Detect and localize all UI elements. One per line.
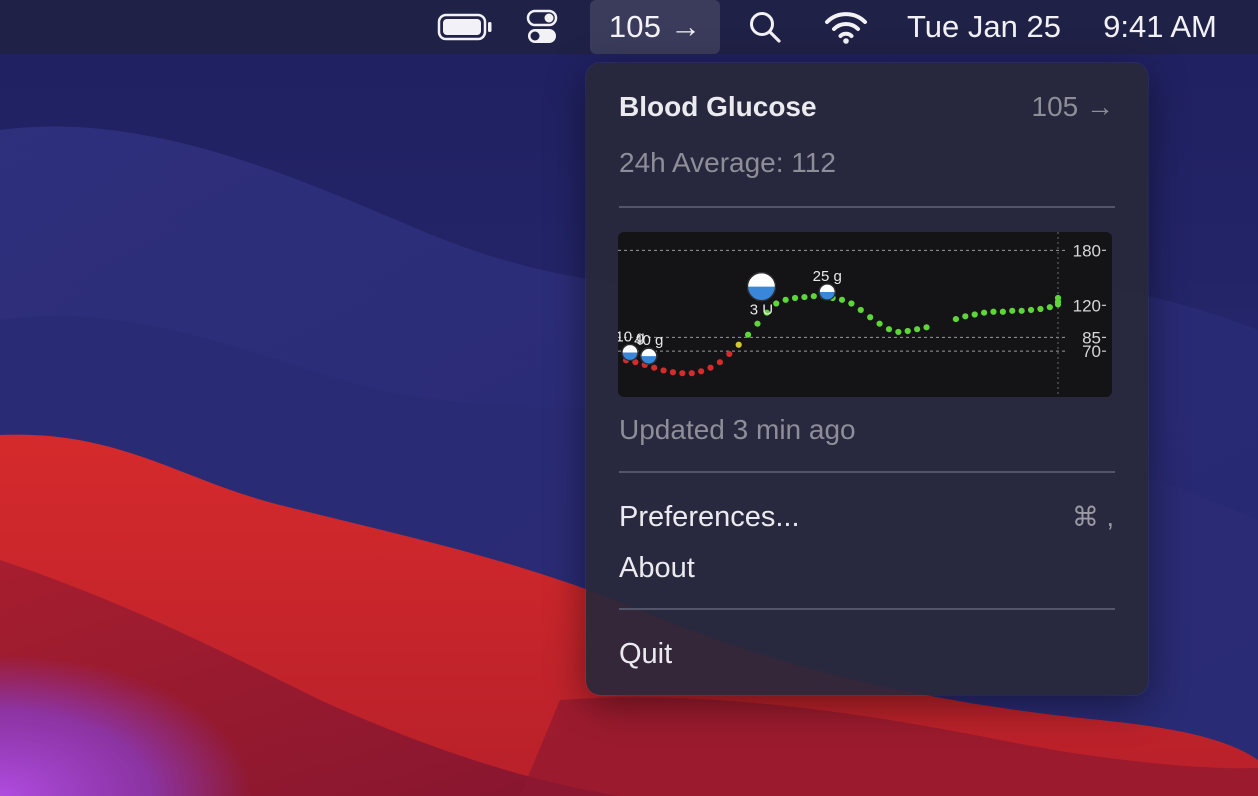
y-tick-label: 120 bbox=[1073, 296, 1101, 315]
glucose-dropdown-menu: Blood Glucose 105 → 24h Average: 112 180… bbox=[586, 63, 1148, 695]
glucose-status-label: 105 → bbox=[608, 9, 702, 44]
glucose-point bbox=[1027, 306, 1035, 314]
battery-icon[interactable] bbox=[432, 0, 498, 54]
glucose-point bbox=[669, 369, 677, 376]
menu-bar: 105 → Tue Jan 25 9:41 AM bbox=[0, 0, 1258, 54]
glucose-point bbox=[651, 364, 658, 371]
annotation-label: 25 g bbox=[813, 268, 842, 285]
glucose-point bbox=[1037, 305, 1044, 313]
glucose-point bbox=[838, 296, 846, 303]
glucose-point bbox=[660, 367, 667, 374]
glucose-point bbox=[707, 364, 714, 371]
glucose-point bbox=[735, 341, 742, 348]
glucose-point bbox=[1046, 304, 1053, 311]
glucose-point bbox=[885, 326, 893, 333]
menu-separator bbox=[619, 608, 1115, 610]
glucose-point bbox=[914, 326, 921, 333]
glucose-point bbox=[726, 350, 733, 358]
keyboard-shortcut: ⌘ , bbox=[1071, 501, 1114, 532]
glucose-chart: 180 120 85 70 10 g 40 g3 U 25 g bbox=[618, 232, 1112, 397]
glucose-point bbox=[1054, 294, 1062, 302]
annotation-label: 40 g bbox=[634, 332, 663, 349]
glucose-point bbox=[990, 308, 997, 315]
glucose-point bbox=[867, 314, 874, 321]
y-tick-label: 180 bbox=[1073, 241, 1101, 260]
glucose-point bbox=[679, 370, 686, 377]
glucose-point bbox=[971, 311, 978, 318]
menu-item-preferences[interactable]: Preferences... ⌘ , bbox=[619, 499, 1114, 535]
menu-item-about[interactable]: About bbox=[619, 550, 1114, 586]
glucose-point bbox=[1018, 307, 1025, 314]
menu-item-label: About bbox=[619, 551, 695, 584]
menu-separator bbox=[619, 206, 1115, 208]
menu-item-label: Quit bbox=[619, 637, 673, 670]
updated-label: Updated 3 min ago bbox=[619, 414, 856, 445]
menu-item-label: Preferences... bbox=[619, 500, 800, 533]
glucose-point bbox=[716, 359, 724, 366]
glucose-point bbox=[791, 294, 799, 302]
search-icon[interactable] bbox=[742, 0, 788, 54]
glucose-point bbox=[801, 293, 808, 301]
glucose-point bbox=[744, 331, 752, 338]
glucose-point bbox=[952, 315, 960, 323]
menu-separator bbox=[619, 471, 1115, 473]
glucose-point bbox=[876, 320, 883, 327]
glucose-point bbox=[810, 293, 817, 300]
glucose-point bbox=[895, 328, 902, 336]
menu-header: Blood Glucose 105 → bbox=[619, 89, 1114, 125]
average-label: 24h Average: 112 bbox=[619, 147, 836, 178]
glucose-point bbox=[782, 296, 789, 303]
glucose-point bbox=[904, 327, 911, 335]
glucose-point bbox=[773, 300, 780, 307]
annotation-label: 3 U bbox=[750, 302, 773, 319]
current-glucose-value: 105 → bbox=[1031, 91, 1115, 122]
glucose-point bbox=[980, 309, 988, 316]
control-center-icon[interactable] bbox=[520, 0, 564, 54]
wifi-icon[interactable] bbox=[818, 0, 874, 54]
menubar-date[interactable]: Tue Jan 25 bbox=[896, 0, 1072, 54]
glucose-chart-svg: 180120857010 g40 g3 U25 g bbox=[618, 232, 1106, 397]
glucose-point bbox=[698, 368, 705, 375]
glucose-point bbox=[688, 370, 695, 377]
menu-item-quit[interactable]: Quit bbox=[619, 636, 1114, 672]
menubar-time[interactable]: 9:41 AM bbox=[1092, 0, 1228, 54]
glucose-point bbox=[923, 324, 930, 331]
glucose-point bbox=[754, 320, 761, 327]
glucose-point bbox=[1009, 307, 1016, 314]
glucose-status-item[interactable]: 105 → bbox=[590, 0, 720, 54]
glucose-point bbox=[999, 308, 1006, 315]
glucose-point bbox=[848, 300, 855, 307]
menu-title: Blood Glucose bbox=[619, 91, 817, 122]
glucose-point bbox=[857, 306, 864, 314]
glucose-point bbox=[962, 313, 969, 320]
insulin-fill bbox=[747, 286, 776, 301]
y-tick-label: 70 bbox=[1082, 342, 1101, 361]
